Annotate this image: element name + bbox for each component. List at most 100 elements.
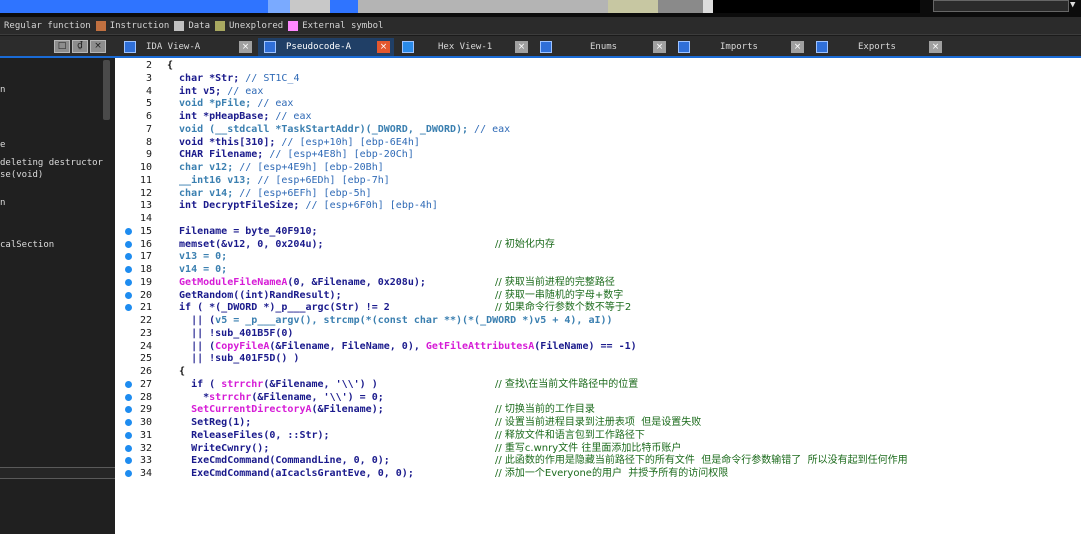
code-token: GetRandom((int)RandResult);: [167, 289, 342, 301]
close-icon[interactable]: ×: [515, 41, 528, 53]
code-text: if ( strrchr(&Filename, '\\') ): [167, 379, 378, 391]
code-token: GetFileAttributesA: [425, 340, 535, 352]
code-token: *: [167, 391, 210, 403]
legend-swatch-data: [174, 20, 185, 31]
code-text: int *pHeapBase; // eax: [167, 111, 312, 123]
code-token: || (: [167, 315, 216, 326]
code-token: SetCurrentDirectoryA: [167, 404, 312, 416]
code-token: void *pFile;: [167, 98, 258, 110]
line-number: 12: [139, 187, 152, 199]
legend-label-regular-function: Regular function: [4, 20, 91, 31]
pseudocode-view[interactable]: 2 {3 char *Str; // ST1C_4 4 int v5; // eax…: [115, 58, 1081, 534]
line-number: 17: [139, 251, 152, 263]
nav-segment-external: [713, 0, 920, 13]
code-token: // [esp+6EDh] [ebp-7h]: [257, 174, 390, 186]
nav-dropdown[interactable]: [933, 0, 1069, 12]
code-token: SetReg(1);: [167, 417, 252, 428]
tab-label: Pseudocode-A: [286, 42, 352, 52]
line-number: 24: [139, 340, 152, 352]
line-number: 20: [139, 289, 152, 301]
code-comment: // 如果命令行参数个数不等于2: [495, 302, 632, 314]
code-comment: // 释放文件和语言包到工作路径下: [495, 429, 645, 441]
tab-ida-view-a[interactable]: IDA View-A ×: [118, 38, 256, 56]
sidebar-status-box: [0, 467, 115, 479]
code-text: GetModuleFileNameA(0, &Filename, 0x208u)…: [167, 277, 426, 289]
window-controls: □ ₫ ×: [54, 40, 106, 53]
float-button[interactable]: ₫: [72, 40, 88, 53]
code-comment: // 获取当前进程的完整路径: [495, 276, 615, 288]
code-token: // [esp+4E9h] [ebp-20Bh]: [239, 162, 384, 173]
tab-label: Exports: [858, 42, 896, 52]
code-comment: // 查找\在当前文件路径中的位置: [495, 378, 639, 390]
legend-swatch-unexplored: [215, 20, 225, 31]
close-icon[interactable]: ×: [791, 41, 804, 53]
sidebar-item[interactable]: deleting destructor: [0, 158, 103, 168]
nav-segment-regular-2: [330, 0, 358, 13]
code-token: (&Filename, '\\') = 0;: [251, 391, 384, 403]
code-token: // [esp+10h] [ebp-6E4h]: [281, 136, 420, 148]
close-panel-button[interactable]: ×: [90, 40, 106, 53]
code-token: int v5;: [167, 85, 228, 97]
code-token: void (__stdcall *TaskStartAddr)(_DWORD, …: [167, 123, 475, 135]
close-icon[interactable]: ×: [377, 41, 390, 53]
code-text: || (CopyFileA(&Filename, FileName, 0), G…: [167, 341, 637, 353]
chevron-down-icon[interactable]: ▼: [1070, 0, 1075, 10]
imports-icon: [678, 41, 690, 53]
code-token: v13 = 0;: [167, 251, 228, 263]
line-number: 15: [139, 225, 152, 237]
code-text: char v14; // [esp+6EFh] [ebp-5h]: [167, 188, 372, 200]
line-number: 11: [139, 174, 152, 186]
line-number: 34: [139, 468, 152, 479]
sidebar-scrollbar[interactable]: [103, 60, 110, 120]
code-token: memset(&v12, 0, 0x204u);: [167, 238, 324, 250]
nav-segment-instruction: [268, 0, 290, 13]
code-text: || !sub_401F5D() ): [167, 353, 299, 365]
tab-enums[interactable]: Enums ×: [534, 38, 670, 56]
code-token: {: [167, 60, 174, 71]
code-token: {: [167, 366, 186, 377]
sidebar-item[interactable]: e: [0, 140, 5, 150]
tab-pseudocode-a[interactable]: Pseudocode-A ×: [258, 38, 394, 56]
line-number: 27: [139, 378, 152, 390]
tab-hex-view-1[interactable]: Hex View-1 ×: [396, 38, 532, 56]
code-comment: // 此函数的作用是隐藏当前路径下的所有文件 但是命令行参数输错了 所以没有起到…: [495, 455, 908, 467]
code-comment: // 添加一个Everyone的用户 并授予所有的访问权限: [495, 468, 729, 479]
close-icon[interactable]: ×: [653, 41, 666, 53]
nav-segment-regular: [0, 0, 268, 13]
legend-label-data: Data: [188, 20, 210, 31]
sidebar-item[interactable]: n: [0, 198, 5, 208]
navigation-band[interactable]: ▼: [0, 0, 1081, 17]
code-token: CHAR Filename;: [167, 149, 270, 161]
sidebar-item[interactable]: se(void): [0, 170, 43, 180]
tab-label: IDA View-A: [146, 42, 201, 52]
code-token: void *this[310];: [167, 136, 282, 148]
tab-exports[interactable]: Exports ×: [810, 38, 946, 56]
code-token: if ( *(_DWORD *)_p___argc(Str) != 2: [167, 302, 390, 314]
restore-button[interactable]: □: [54, 40, 70, 53]
code-token: (FileName) == -1): [534, 340, 637, 352]
code-text: char v12; // [esp+4E9h] [ebp-20Bh]: [167, 162, 384, 174]
tab-imports[interactable]: Imports ×: [672, 38, 808, 56]
code-token: // eax: [474, 123, 511, 135]
code-text: ExeCmdCommand(CommandLine, 0, 0);: [167, 455, 390, 467]
code-token: v5 = _p___argv(), strcmp(*(const char **…: [215, 315, 613, 326]
code-text: if ( *(_DWORD *)_p___argc(Str) != 2: [167, 302, 390, 314]
code-text: SetCurrentDirectoryA(&Filename);: [167, 404, 384, 416]
code-token: ExeCmdCommand(CommandLine, 0, 0);: [167, 455, 390, 467]
close-icon[interactable]: ×: [239, 41, 252, 53]
nav-segment-data-4: [703, 0, 713, 13]
code-token: || !sub_401F5D() ): [167, 353, 300, 365]
legend-bar: Regular function Instruction Data Unexpl…: [0, 17, 1081, 35]
sidebar-item[interactable]: calSection: [0, 240, 54, 250]
line-number: 8: [145, 136, 152, 148]
code-text: void *this[310]; // [esp+10h] [ebp-6E4h]: [167, 137, 420, 149]
code-token: // eax: [275, 111, 312, 122]
code-comment: // 切换当前的工作目录: [495, 404, 595, 416]
hex-view-icon: [402, 41, 414, 53]
code-text: {: [167, 60, 173, 72]
code-comment: // 重写c.wnry文件 往里面添加比特币账户: [495, 442, 682, 454]
code-token: // [esp+6EFh] [ebp-5h]: [239, 187, 372, 199]
code-token: char v14;: [167, 187, 240, 199]
close-icon[interactable]: ×: [929, 41, 942, 53]
sidebar-item[interactable]: n: [0, 85, 5, 95]
